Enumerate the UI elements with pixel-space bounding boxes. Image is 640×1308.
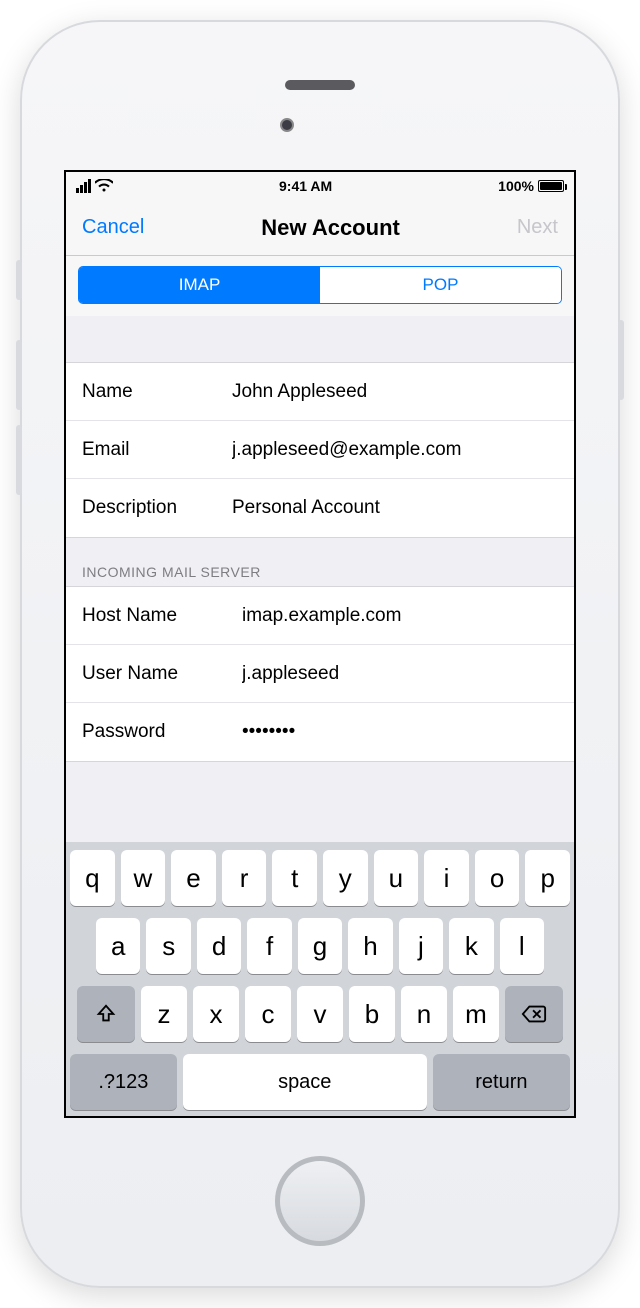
key-l[interactable]: l: [500, 918, 544, 974]
password-row[interactable]: Password: [66, 703, 574, 761]
email-label: Email: [82, 439, 232, 461]
volume-up-button: [16, 340, 22, 410]
segment-imap[interactable]: IMAP: [79, 267, 320, 303]
return-key[interactable]: return: [433, 1054, 570, 1110]
key-d[interactable]: d: [197, 918, 241, 974]
mute-switch: [16, 260, 22, 300]
username-row[interactable]: User Name: [66, 645, 574, 703]
key-g[interactable]: g: [298, 918, 342, 974]
incoming-server-header: Incoming Mail Server: [66, 538, 574, 586]
key-m[interactable]: m: [453, 986, 499, 1042]
key-j[interactable]: j: [399, 918, 443, 974]
description-label: Description: [82, 497, 232, 519]
key-f[interactable]: f: [247, 918, 291, 974]
description-row[interactable]: Description: [66, 479, 574, 537]
status-time: 9:41 AM: [279, 178, 332, 194]
shift-key[interactable]: [77, 986, 135, 1042]
key-i[interactable]: i: [424, 850, 469, 906]
status-bar: 9:41 AM 100%: [66, 172, 574, 200]
screen: 9:41 AM 100% Cancel New Account Next IMA…: [64, 170, 576, 1118]
username-label: User Name: [82, 663, 242, 685]
power-button: [618, 320, 624, 400]
incoming-server-group: Host Name User Name Password: [66, 586, 574, 762]
iphone-frame: 9:41 AM 100% Cancel New Account Next IMA…: [20, 20, 620, 1288]
key-o[interactable]: o: [475, 850, 520, 906]
segment-pop[interactable]: POP: [320, 267, 561, 303]
volume-down-button: [16, 425, 22, 495]
key-a[interactable]: a: [96, 918, 140, 974]
front-camera: [280, 118, 294, 132]
key-h[interactable]: h: [348, 918, 392, 974]
wifi-icon: [95, 179, 113, 194]
home-button[interactable]: [275, 1156, 365, 1246]
name-label: Name: [82, 381, 232, 403]
email-field[interactable]: [232, 439, 558, 461]
space-key[interactable]: space: [183, 1054, 427, 1110]
key-u[interactable]: u: [374, 850, 419, 906]
battery-percentage: 100%: [498, 178, 534, 194]
protocol-segmented-control: IMAP POP: [66, 256, 574, 316]
hostname-label: Host Name: [82, 605, 242, 627]
cellular-signal-icon: [76, 179, 91, 193]
next-button[interactable]: Next: [517, 216, 558, 239]
key-c[interactable]: c: [245, 986, 291, 1042]
name-row[interactable]: Name: [66, 363, 574, 421]
key-x[interactable]: x: [193, 986, 239, 1042]
key-s[interactable]: s: [146, 918, 190, 974]
page-title: New Account: [261, 215, 400, 241]
key-b[interactable]: b: [349, 986, 395, 1042]
key-e[interactable]: e: [171, 850, 216, 906]
key-t[interactable]: t: [272, 850, 317, 906]
username-field[interactable]: [242, 663, 558, 685]
description-field[interactable]: [232, 497, 558, 519]
key-q[interactable]: q: [70, 850, 115, 906]
key-k[interactable]: k: [449, 918, 493, 974]
key-y[interactable]: y: [323, 850, 368, 906]
section-spacer: [66, 316, 574, 362]
speaker-grille: [285, 80, 355, 90]
password-label: Password: [82, 721, 242, 743]
hostname-field[interactable]: [242, 605, 558, 627]
key-z[interactable]: z: [141, 986, 187, 1042]
number-mode-key[interactable]: .?123: [70, 1054, 177, 1110]
backspace-key[interactable]: [505, 986, 563, 1042]
cancel-button[interactable]: Cancel: [82, 216, 144, 239]
password-field[interactable]: [242, 721, 558, 743]
account-info-group: Name Email Description: [66, 362, 574, 538]
hostname-row[interactable]: Host Name: [66, 587, 574, 645]
name-field[interactable]: [232, 381, 558, 403]
key-r[interactable]: r: [222, 850, 267, 906]
key-n[interactable]: n: [401, 986, 447, 1042]
battery-icon: [538, 180, 564, 192]
email-row[interactable]: Email: [66, 421, 574, 479]
key-w[interactable]: w: [121, 850, 166, 906]
key-p[interactable]: p: [525, 850, 570, 906]
navigation-bar: Cancel New Account Next: [66, 200, 574, 256]
key-v[interactable]: v: [297, 986, 343, 1042]
on-screen-keyboard: qwertyuiop asdfghjkl zxcvbnm .?123 space…: [66, 842, 574, 1116]
